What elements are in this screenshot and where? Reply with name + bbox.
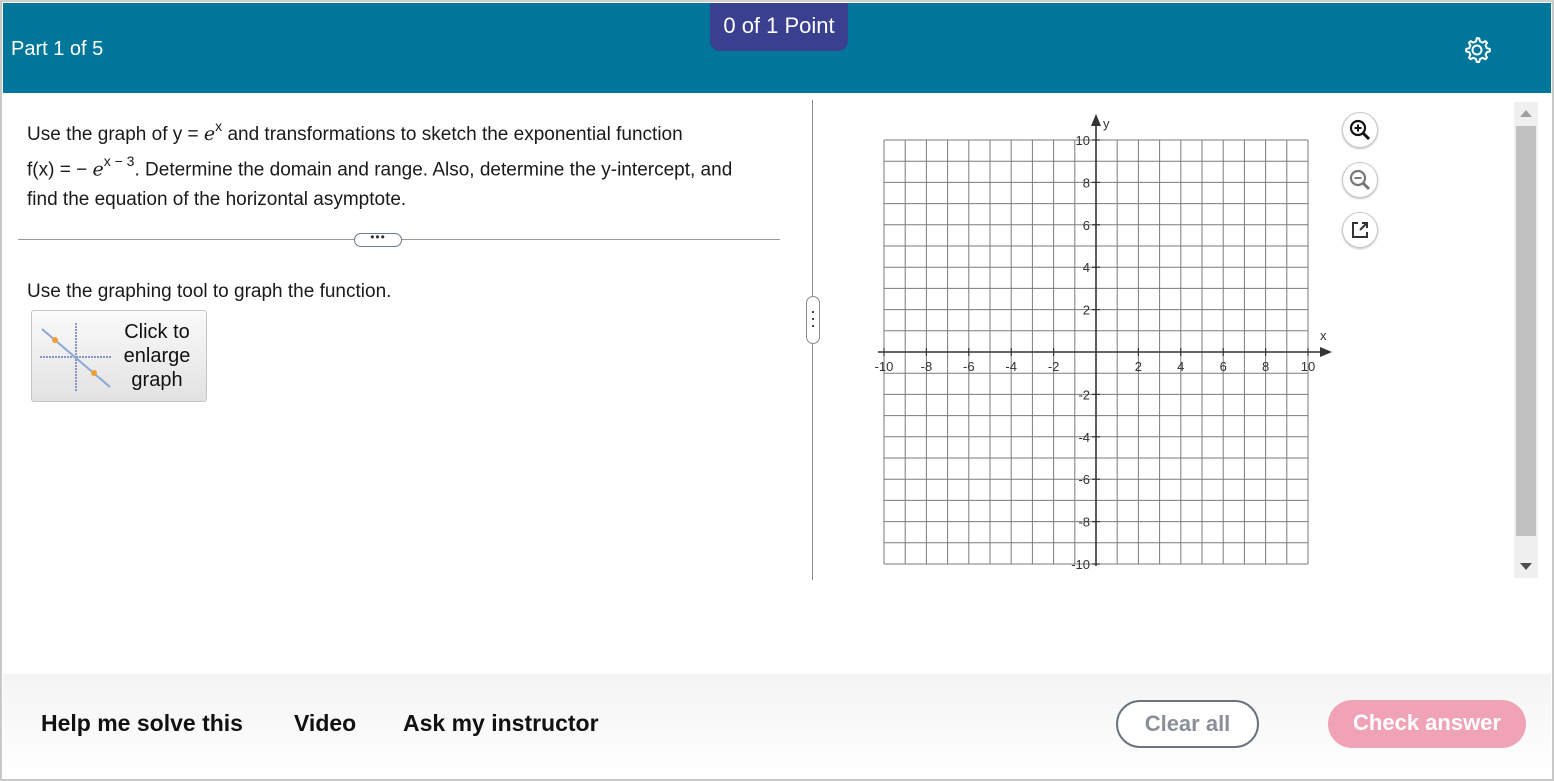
x-tick-label: -4 — [1005, 359, 1017, 374]
question-line2: f(x) = − ex − 3. Determine the domain an… — [27, 153, 733, 181]
show-more-button[interactable]: ••• — [354, 231, 402, 247]
question-line1: Use the graph of y = ex and transformati… — [27, 118, 683, 146]
x-tick-label: -10 — [875, 359, 894, 374]
x-tick-label: 8 — [1262, 359, 1269, 374]
pane-resize-handle[interactable] — [806, 296, 820, 344]
header-bar: Part 1 of 5 0 of 1 Point — [3, 3, 1551, 93]
y-tick-label: 10 — [1076, 133, 1090, 148]
y-tick-label: -6 — [1078, 472, 1090, 487]
video-link[interactable]: Video — [294, 710, 356, 737]
ask-instructor-link[interactable]: Ask my instructor — [403, 710, 599, 737]
zoom-out-icon — [1349, 169, 1371, 191]
clear-all-button[interactable]: Clear all — [1116, 700, 1259, 748]
zoom-in-button[interactable] — [1342, 112, 1378, 148]
x-tick-label: 6 — [1220, 359, 1227, 374]
x-tick-label: -6 — [963, 359, 975, 374]
scroll-up-arrow[interactable] — [1520, 110, 1532, 117]
question-line3: find the equation of the horizontal asym… — [27, 188, 407, 210]
zoom-in-icon — [1349, 119, 1371, 141]
y-tick-label: 6 — [1083, 218, 1090, 233]
popout-button[interactable] — [1342, 212, 1378, 248]
y-tick-label: 4 — [1083, 260, 1090, 275]
y-axis-label: y — [1103, 116, 1110, 131]
external-link-icon — [1352, 222, 1368, 238]
question-text: Use the graph of y = ex and transformati… — [27, 114, 787, 214]
scroll-thumb[interactable] — [1516, 126, 1536, 536]
graph-area[interactable]: x y -10 -8 -6 -4 -2 2 4 6 8 10 10 8 6 4 2 -2 -4 -6 -8 -10 — [870, 112, 1340, 574]
x-tick-label: -8 — [921, 359, 933, 374]
points-badge: 0 of 1 Point — [710, 3, 848, 51]
x-tick-label: 4 — [1177, 359, 1184, 374]
y-axis-arrow — [1091, 114, 1101, 126]
y-tick-label: -8 — [1078, 515, 1090, 530]
check-answer-button[interactable]: Check answer — [1328, 700, 1526, 748]
enlarge-graph-button[interactable]: Click to enlarge graph — [31, 310, 207, 402]
part-label: Part 1 of 5 — [11, 38, 104, 60]
instruction-text: Use the graphing tool to graph the funct… — [27, 281, 392, 302]
y-tick-label: 2 — [1083, 303, 1090, 318]
help-me-solve-link[interactable]: Help me solve this — [41, 710, 243, 737]
footer-bar: Help me solve this Video Ask my instruct… — [3, 674, 1551, 778]
y-tick-label: -2 — [1078, 387, 1090, 402]
graph-thumbnail-icon — [40, 323, 112, 391]
y-tick-label: -10 — [1071, 557, 1090, 572]
y-tick-label: -4 — [1078, 430, 1090, 445]
x-tick-label: 2 — [1135, 359, 1142, 374]
x-axis-arrow — [1320, 347, 1332, 357]
y-tick-label: 8 — [1083, 175, 1090, 190]
x-tick-label: 10 — [1301, 359, 1315, 374]
vertical-scrollbar[interactable] — [1514, 102, 1538, 578]
x-axis-label: x — [1320, 328, 1327, 343]
gear-icon[interactable] — [1461, 34, 1493, 66]
scroll-down-arrow[interactable] — [1520, 563, 1532, 570]
zoom-out-button[interactable] — [1342, 162, 1378, 198]
x-tick-label: -2 — [1048, 359, 1060, 374]
